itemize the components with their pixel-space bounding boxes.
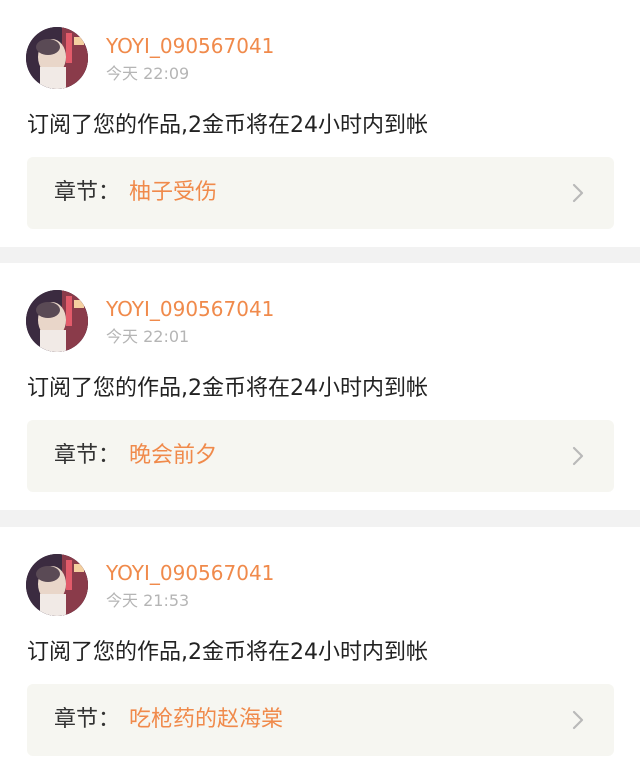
chapter-title: 吃枪药的赵海棠: [129, 707, 284, 732]
username[interactable]: YOYI_090567041: [106, 561, 274, 585]
timestamp: 今天 22:09: [106, 64, 190, 83]
notification-feed: YOYI_090567041 今天 22:09 订阅了您的作品,2金币将在24小…: [0, 0, 640, 769]
chevron-right-icon: [572, 446, 584, 466]
avatar[interactable]: [26, 290, 88, 352]
username[interactable]: YOYI_090567041: [106, 34, 274, 58]
notification-message: 订阅了您的作品,2金币将在24小时内到帐: [27, 640, 428, 665]
avatar[interactable]: [26, 554, 88, 616]
chapter-label: 章节：: [54, 443, 121, 468]
avatar[interactable]: [26, 27, 88, 89]
chapter-link[interactable]: 章节： 柚子受伤: [27, 157, 614, 229]
notification-card: YOYI_090567041 今天 22:09 订阅了您的作品,2金币将在24小…: [0, 0, 640, 247]
timestamp: 今天 22:01: [106, 327, 190, 346]
chapter-label: 章节：: [54, 707, 121, 732]
chapter-link[interactable]: 章节： 晚会前夕: [27, 420, 614, 492]
chapter-title: 柚子受伤: [129, 180, 218, 205]
notification-message: 订阅了您的作品,2金币将在24小时内到帐: [27, 376, 428, 401]
chevron-right-icon: [572, 183, 584, 203]
chevron-right-icon: [572, 710, 584, 730]
chapter-label: 章节：: [54, 180, 121, 205]
notification-card: YOYI_090567041 今天 22:01 订阅了您的作品,2金币将在24小…: [0, 263, 640, 510]
notification-card: YOYI_090567041 今天 21:53 订阅了您的作品,2金币将在24小…: [0, 527, 640, 769]
timestamp: 今天 21:53: [106, 591, 190, 610]
notification-message: 订阅了您的作品,2金币将在24小时内到帐: [27, 113, 428, 138]
chapter-link[interactable]: 章节： 吃枪药的赵海棠: [27, 684, 614, 756]
username[interactable]: YOYI_090567041: [106, 297, 274, 321]
chapter-title: 晚会前夕: [129, 443, 218, 468]
